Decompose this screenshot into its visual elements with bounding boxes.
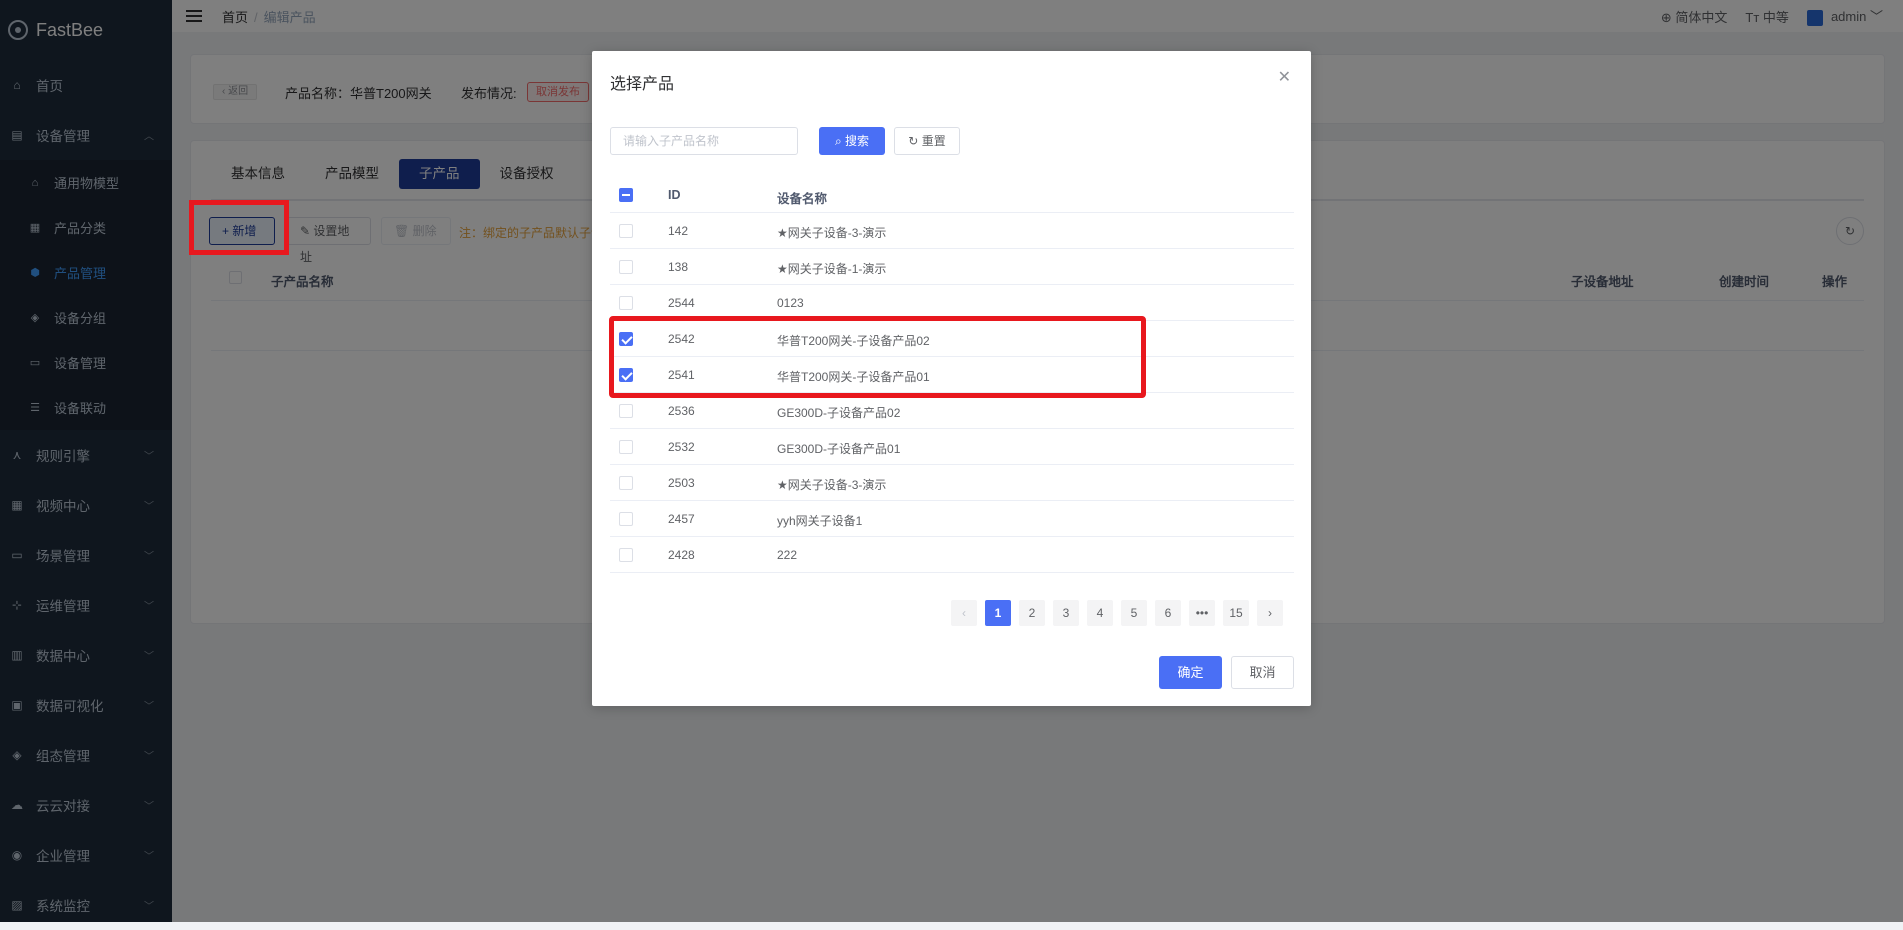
row-checkbox[interactable] (619, 404, 633, 418)
row-name: ★网关子设备-3-演示 (777, 226, 887, 240)
dialog-title: 选择产品 (610, 76, 675, 93)
cancel-button[interactable]: 取消 (1231, 656, 1294, 689)
search-input[interactable] (610, 127, 798, 155)
row-id: 2544 (668, 296, 695, 310)
row-id: 2457 (668, 512, 695, 526)
row-id: 2532 (668, 440, 695, 454)
row-name: ★网关子设备-1-演示 (777, 262, 887, 276)
refresh-icon: ↻ (908, 134, 919, 148)
page-6[interactable]: 6 (1155, 600, 1181, 626)
table-row[interactable]: 2532 GE300D-子设备产品01 (610, 429, 1294, 465)
row-checkbox[interactable] (619, 296, 633, 310)
page-5[interactable]: 5 (1121, 600, 1147, 626)
table-row[interactable]: 2503 ★网关子设备-3-演示 (610, 465, 1294, 501)
row-id: 138 (668, 260, 689, 274)
column-id: ID (668, 188, 681, 202)
next-page-button[interactable]: › (1257, 600, 1283, 626)
page-2[interactable]: 2 (1019, 600, 1045, 626)
row-name: 0123 (777, 296, 804, 310)
row-name: GE300D-子设备产品01 (777, 442, 901, 456)
table-header: ID 设备名称 (610, 177, 1294, 213)
page-15[interactable]: 15 (1223, 600, 1249, 626)
row-id: 2536 (668, 404, 695, 418)
close-icon[interactable]: ✕ (1278, 67, 1291, 87)
row-id: 2428 (668, 548, 695, 562)
highlight-selected-rows (609, 316, 1146, 398)
row-name: 222 (777, 548, 798, 562)
row-checkbox[interactable] (619, 512, 633, 526)
row-name: ★网关子设备-3-演示 (777, 478, 887, 492)
pagination: ‹ 1 2 3 4 5 6 ••• 15 › (951, 600, 1283, 626)
search-button[interactable]: ⌕ 搜索 (819, 127, 885, 155)
prev-page-button[interactable]: ‹ (951, 600, 977, 626)
row-name: GE300D-子设备产品02 (777, 406, 901, 420)
table-row[interactable]: 142 ★网关子设备-3-演示 (610, 213, 1294, 249)
row-id: 142 (668, 224, 689, 238)
page-1[interactable]: 1 (985, 600, 1011, 626)
highlight-add-button (189, 200, 289, 255)
row-checkbox[interactable] (619, 224, 633, 238)
page-3[interactable]: 3 (1053, 600, 1079, 626)
select-all-checkbox[interactable] (619, 188, 633, 202)
more-pages-button[interactable]: ••• (1189, 600, 1215, 626)
column-device-name: 设备名称 (777, 192, 828, 206)
row-checkbox[interactable] (619, 476, 633, 490)
table-row[interactable]: 2536 GE300D-子设备产品02 (610, 393, 1294, 429)
row-id: 2503 (668, 476, 695, 490)
table-row[interactable]: 2428 222 (610, 537, 1294, 573)
row-checkbox[interactable] (619, 260, 633, 274)
row-checkbox[interactable] (619, 548, 633, 562)
row-checkbox[interactable] (619, 440, 633, 454)
row-name: yyh网关子设备1 (777, 514, 863, 528)
reset-button[interactable]: ↻ 重置 (894, 127, 960, 155)
page-4[interactable]: 4 (1087, 600, 1113, 626)
search-icon: ⌕ (834, 134, 842, 148)
table-row[interactable]: 138 ★网关子设备-1-演示 (610, 249, 1294, 285)
table-row[interactable]: 2457 yyh网关子设备1 (610, 501, 1294, 537)
confirm-button[interactable]: 确定 (1159, 656, 1222, 689)
